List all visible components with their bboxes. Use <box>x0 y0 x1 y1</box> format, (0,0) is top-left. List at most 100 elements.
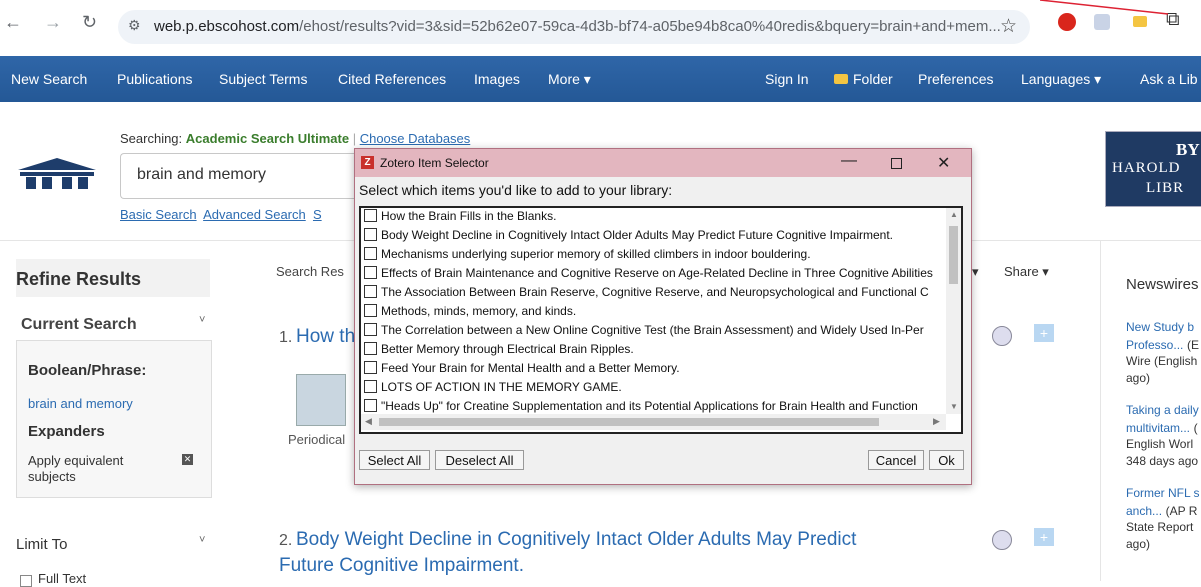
chevron-down-icon[interactable]: ˅ <box>199 314 205 326</box>
library-logo[interactable]: BY HAROLD LIBR <box>1105 131 1201 207</box>
scrollbar-thumb[interactable] <box>949 226 958 284</box>
remove-expander-icon[interactable]: ✕ <box>182 454 193 465</box>
list-item[interactable]: Mechanisms underlying superior memory of… <box>364 247 944 266</box>
list-item[interactable]: How the Brain Fills in the Blanks. <box>364 209 944 228</box>
nav-more[interactable]: More ▾ <box>548 71 591 88</box>
list-item[interactable]: Effects of Brain Maintenance and Cogniti… <box>364 266 944 285</box>
back-icon[interactable]: ← <box>4 12 22 33</box>
nav-publications[interactable]: Publications <box>117 71 193 87</box>
list-item[interactable]: Better Memory through Electrical Brain R… <box>364 342 944 361</box>
list-item[interactable]: Methods, minds, memory, and kinds. <box>364 304 944 323</box>
item-checkbox[interactable] <box>364 209 377 222</box>
reload-icon[interactable]: ↻ <box>82 12 97 33</box>
nav-preferences[interactable]: Preferences <box>918 71 993 87</box>
scroll-right-icon[interactable]: ▶ <box>933 416 940 427</box>
nav-folder[interactable]: Folder <box>853 71 893 87</box>
nav-images[interactable]: Images <box>474 71 520 87</box>
item-checkbox[interactable] <box>364 380 377 393</box>
share-menu[interactable]: Share ▾ <box>1004 264 1049 280</box>
star-icon[interactable]: ☆ <box>1000 15 1017 38</box>
refine-results-title: Refine Results <box>16 269 142 289</box>
nav-languages[interactable]: Languages ▾ <box>1021 71 1101 88</box>
item-checkbox[interactable] <box>364 247 377 260</box>
close-icon[interactable]: ✕ <box>937 153 950 173</box>
horizontal-scrollbar[interactable]: ◀ ▶ <box>361 414 946 430</box>
nav-cited-references[interactable]: Cited References <box>338 71 446 87</box>
dialog-titlebar[interactable]: Z Zotero Item Selector — ✕ <box>355 149 971 177</box>
preview-icon[interactable] <box>992 530 1012 550</box>
query-link[interactable]: brain and memory <box>28 396 133 411</box>
database-name: Academic Search Ultimate <box>185 131 350 146</box>
preview-icon[interactable] <box>992 326 1012 346</box>
logo-text-1: BY <box>1176 140 1200 159</box>
top-nav-bar: New Search Publications Subject Terms Ci… <box>0 56 1201 102</box>
dropdown-arrow-icon[interactable]: ▾ <box>972 264 979 280</box>
chevron-down-icon[interactable]: ˅ <box>199 534 205 546</box>
scroll-up-icon[interactable]: ▲ <box>950 210 958 219</box>
url-text: web.p.ebscohost.com/ehost/results?vid=3&… <box>154 18 1001 35</box>
list-item[interactable]: Body Weight Decline in Cognitively Intac… <box>364 228 944 247</box>
ok-button[interactable]: Ok <box>929 450 964 470</box>
result-number: 1. <box>279 329 293 346</box>
news-source-1-cont: Wire (English <box>1126 354 1198 368</box>
vertical-scrollbar[interactable]: ▲ ▼ <box>946 208 961 414</box>
basic-search-link[interactable]: Basic Search <box>120 207 197 222</box>
list-item[interactable]: "Heads Up" for Creatine Supplementation … <box>364 399 944 413</box>
add-to-folder-icon[interactable]: + <box>1034 528 1054 546</box>
expanders-label: Expanders <box>28 423 105 440</box>
deselect-all-button[interactable]: Deselect All <box>435 450 524 470</box>
scroll-down-icon[interactable]: ▼ <box>950 402 958 411</box>
item-checkbox[interactable] <box>364 361 377 374</box>
news-link-1[interactable]: New Study b <box>1126 320 1194 334</box>
add-to-folder-icon[interactable]: + <box>1034 324 1054 342</box>
folder-icon <box>834 74 848 84</box>
item-checkbox[interactable] <box>364 266 377 279</box>
nav-sign-in[interactable]: Sign In <box>765 71 809 87</box>
scrollbar-thumb[interactable] <box>379 418 879 426</box>
nav-subject-terms[interactable]: Subject Terms <box>219 71 307 87</box>
maximize-icon[interactable] <box>891 158 902 169</box>
advanced-search-link[interactable]: Advanced Search <box>203 207 306 222</box>
full-text-checkbox[interactable] <box>20 575 32 587</box>
item-checkbox[interactable] <box>364 304 377 317</box>
nav-ask-a-librarian[interactable]: Ask a Lib <box>1140 71 1198 87</box>
forward-icon[interactable]: → <box>44 12 62 33</box>
minimize-icon[interactable]: — <box>841 152 857 170</box>
news-link-3-cont[interactable]: anch... <box>1126 504 1162 518</box>
item-label: The Association Between Brain Reserve, C… <box>381 285 929 299</box>
list-item[interactable]: The Association Between Brain Reserve, C… <box>364 285 944 304</box>
news-link-2[interactable]: Taking a daily <box>1126 403 1199 417</box>
limit-to-title[interactable]: Limit To <box>16 536 67 553</box>
newswires-title: Newswires <box>1126 276 1199 293</box>
search-input[interactable]: brain and memory <box>120 153 371 199</box>
newswires-panel: Newswires New Study b Professo... (E Wir… <box>1100 240 1201 581</box>
news-link-2-cont[interactable]: multivitam... <box>1126 421 1190 435</box>
item-checkbox[interactable] <box>364 323 377 336</box>
zotero-item-selector-dialog: Z Zotero Item Selector — ✕ Select which … <box>354 148 972 485</box>
news-link-3[interactable]: Former NFL s <box>1126 486 1200 500</box>
result-title-link-cont[interactable]: Future Cognitive Impairment. <box>279 555 524 577</box>
item-checkbox[interactable] <box>364 285 377 298</box>
result-number: 2. <box>279 532 293 549</box>
choose-databases-link[interactable]: Choose Databases <box>360 131 471 146</box>
news-link-1-cont[interactable]: Professo... <box>1126 338 1183 352</box>
cancel-button[interactable]: Cancel <box>868 450 924 470</box>
ebsco-logo-icon[interactable] <box>16 158 98 193</box>
search-links: Basic Search Advanced Search S <box>120 207 322 222</box>
result-title-link[interactable]: How th <box>296 326 355 348</box>
list-item[interactable]: LOTS OF ACTION IN THE MEMORY GAME. <box>364 380 944 399</box>
item-checkbox[interactable] <box>364 342 377 355</box>
address-bar[interactable]: ⚙ web.p.ebscohost.com/ehost/results?vid=… <box>118 10 1030 44</box>
select-all-button[interactable]: Select All <box>359 450 430 470</box>
nav-new-search[interactable]: New Search <box>11 71 87 87</box>
site-info-icon[interactable]: ⚙ <box>128 17 141 34</box>
item-checkbox[interactable] <box>364 228 377 241</box>
search-history-link[interactable]: S <box>313 207 322 222</box>
list-item[interactable]: The Correlation between a New Online Cog… <box>364 323 944 342</box>
scroll-left-icon[interactable]: ◀ <box>365 416 372 427</box>
result-title-link[interactable]: Body Weight Decline in Cognitively Intac… <box>296 529 856 551</box>
item-checkbox[interactable] <box>364 399 377 412</box>
current-search-title[interactable]: Current Search <box>21 316 137 334</box>
item-label: LOTS OF ACTION IN THE MEMORY GAME. <box>381 380 622 394</box>
list-item[interactable]: Feed Your Brain for Mental Health and a … <box>364 361 944 380</box>
